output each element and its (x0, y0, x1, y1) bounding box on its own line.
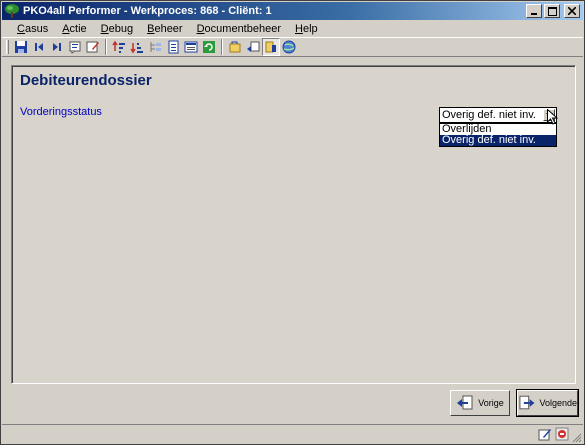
vorderingsstatus-select[interactable]: Overig def. niet inv. (439, 107, 557, 123)
globe-icon (282, 40, 296, 54)
sort-desc-icon (130, 43, 143, 54)
arrow-right-icon (519, 395, 535, 410)
toolbar-grip[interactable] (6, 40, 9, 54)
sort-desc-button[interactable] (128, 38, 146, 56)
resize-grip-icon[interactable] (571, 432, 582, 443)
menu-help[interactable]: Help (288, 23, 325, 35)
status-icons (538, 427, 569, 441)
globe-button[interactable] (280, 38, 298, 56)
app-window: PKO4all Performer - Werkproces: 868 - Cl… (0, 0, 585, 445)
menu-bar: Casus Actie Debug Beheer Documentbeheer … (2, 20, 583, 37)
arrow-left-icon (457, 395, 473, 410)
vorderingsstatus-dropdown-list: Overlijden Overig def. niet inv. (439, 123, 557, 147)
menu-actie[interactable]: Actie (55, 23, 93, 35)
refresh-button[interactable] (200, 38, 218, 56)
vorderingsstatus-label: Vorderingsstatus (20, 106, 102, 118)
close-button[interactable] (564, 4, 580, 18)
last-record-icon (53, 43, 61, 51)
note-icon (69, 41, 81, 54)
toolbar-separator (105, 39, 107, 55)
list-icon (184, 41, 198, 53)
sort-asc-icon (112, 40, 125, 53)
attach-icon (229, 41, 241, 53)
save-icon (15, 41, 27, 53)
minimize-button[interactable] (526, 4, 542, 18)
stop-status-icon[interactable] (555, 427, 569, 441)
maximize-icon (547, 6, 557, 16)
menu-casus[interactable]: Casus (10, 23, 55, 35)
toolbar (2, 37, 583, 57)
maximize-button[interactable] (544, 4, 560, 18)
vorige-label: Vorige (478, 398, 504, 408)
first-record-icon (35, 43, 43, 51)
document-button[interactable] (164, 38, 182, 56)
selected-tool-button[interactable] (262, 38, 280, 56)
edit-button[interactable] (84, 38, 102, 56)
note-button[interactable] (66, 38, 84, 56)
toolbar-separator (221, 39, 223, 55)
minimize-icon (531, 13, 537, 15)
volgende-label: Volgende (539, 398, 577, 408)
select-value: Overig def. niet inv. (442, 109, 536, 121)
tree-icon (150, 42, 161, 52)
tree-button[interactable] (146, 38, 164, 56)
mouse-cursor-icon (547, 109, 558, 125)
vorige-button[interactable]: Vorige (450, 390, 510, 416)
dossier-panel: Debiteurendossier Vorderingsstatus Overi… (11, 65, 576, 384)
app-tree-icon (5, 4, 19, 18)
document-icon (168, 40, 179, 54)
option-overlijden[interactable]: Overlijden (440, 124, 556, 135)
list-button[interactable] (182, 38, 200, 56)
selected-tool-icon (265, 41, 276, 53)
menu-debug[interactable]: Debug (94, 23, 140, 35)
first-record-button[interactable] (30, 38, 48, 56)
status-bar (2, 424, 583, 444)
attach-button[interactable] (226, 38, 244, 56)
back-icon (247, 41, 260, 52)
back-button[interactable] (244, 38, 262, 56)
edit-icon (86, 41, 99, 53)
menu-documentbeheer[interactable]: Documentbeheer (190, 23, 288, 35)
title-bar[interactable]: PKO4all Performer - Werkproces: 868 - Cl… (2, 2, 583, 20)
save-button[interactable] (12, 38, 30, 56)
close-icon (568, 7, 576, 15)
window-title: PKO4all Performer - Werkproces: 868 - Cl… (23, 5, 272, 17)
sort-asc-button[interactable] (110, 38, 128, 56)
edit-status-icon[interactable] (538, 427, 552, 441)
panel-title: Debiteurendossier (20, 72, 152, 89)
volgende-button[interactable]: Volgende (516, 389, 579, 417)
last-record-button[interactable] (48, 38, 66, 56)
refresh-icon (203, 41, 215, 53)
menu-beheer[interactable]: Beheer (140, 23, 189, 35)
option-overig-def-niet-inv[interactable]: Overig def. niet inv. (440, 135, 556, 146)
